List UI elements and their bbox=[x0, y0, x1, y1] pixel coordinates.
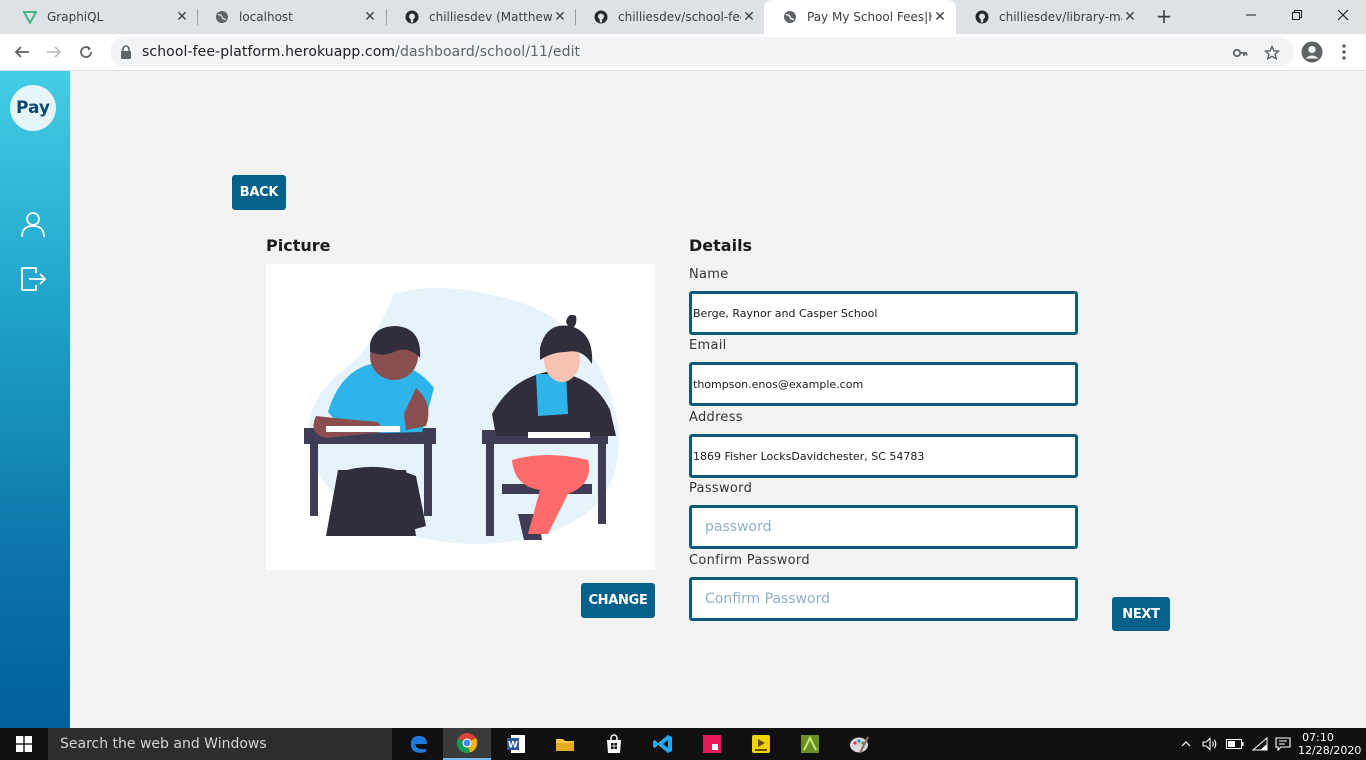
next-button[interactable]: NEXT bbox=[1112, 597, 1170, 631]
edge-icon[interactable] bbox=[394, 728, 442, 760]
confirm-password-field-box bbox=[689, 577, 1078, 621]
close-tab-icon[interactable]: ✕ bbox=[552, 9, 568, 25]
windows-taskbar: Search the web and Windows W 07:10 12/28… bbox=[0, 728, 1366, 760]
tab-github-profile[interactable]: chilliesdev (Matthew ka ✕ bbox=[386, 0, 576, 34]
svg-text:W: W bbox=[508, 741, 518, 751]
logout-icon[interactable] bbox=[18, 264, 48, 294]
clock-date: 12/28/2020 bbox=[1298, 744, 1362, 757]
tab-title: chilliesdev/school-fee-p bbox=[618, 10, 741, 24]
email-input[interactable] bbox=[692, 365, 1075, 403]
confirm-password-label: Confirm Password bbox=[689, 553, 810, 568]
email-field-box bbox=[689, 362, 1078, 406]
password-input[interactable] bbox=[692, 508, 1075, 546]
password-field-box bbox=[689, 505, 1078, 549]
word-icon[interactable]: W bbox=[492, 728, 540, 760]
minimize-icon[interactable] bbox=[1228, 0, 1274, 30]
app-sidebar: Pay bbox=[0, 71, 70, 728]
url-text: school-fee-platform.herokuapp.com/dashbo… bbox=[142, 44, 580, 60]
change-picture-button[interactable]: CHANGE bbox=[581, 583, 655, 618]
volume-icon[interactable] bbox=[1199, 728, 1221, 760]
browser-menu-icon[interactable] bbox=[1332, 40, 1356, 64]
battery-icon[interactable] bbox=[1224, 728, 1246, 760]
windows-start-icon[interactable] bbox=[0, 728, 48, 760]
name-label: Name bbox=[689, 267, 729, 282]
notification-icon[interactable] bbox=[1272, 728, 1294, 760]
key-icon[interactable] bbox=[1230, 43, 1250, 63]
picture-heading: Picture bbox=[266, 236, 331, 255]
restore-icon[interactable] bbox=[1274, 0, 1320, 30]
reload-icon[interactable] bbox=[73, 39, 99, 65]
forward-arrow-icon[interactable] bbox=[41, 39, 67, 65]
edit-school-page: BACK Picture CHANGE Details Name Berge, … bbox=[70, 71, 1366, 728]
github-icon bbox=[974, 9, 990, 25]
address-field-box bbox=[689, 434, 1078, 478]
tab-graphiql[interactable]: GraphiQL ✕ bbox=[4, 0, 198, 34]
globe-icon bbox=[782, 9, 798, 25]
user-icon[interactable] bbox=[18, 209, 48, 239]
students-illustration bbox=[304, 287, 619, 545]
back-arrow-icon[interactable] bbox=[9, 39, 35, 65]
email-label: Email bbox=[689, 338, 727, 353]
tray-chevron-icon[interactable] bbox=[1176, 728, 1196, 760]
tab-pay-my-school-fees[interactable]: Pay My School Fees|Ho ✕ bbox=[764, 0, 956, 34]
close-tab-icon[interactable]: ✕ bbox=[174, 9, 190, 25]
tab-title: chilliesdev/library-mana bbox=[999, 10, 1122, 24]
github-icon bbox=[404, 9, 420, 25]
close-tab-icon[interactable]: ✕ bbox=[362, 9, 378, 25]
school-picture bbox=[266, 264, 655, 570]
name-field-box bbox=[689, 291, 1078, 335]
tab-github-library[interactable]: chilliesdev/library-mana ✕ bbox=[956, 0, 1146, 34]
url-host: school-fee-platform.herokuapp.com bbox=[142, 44, 396, 60]
address-label: Address bbox=[689, 410, 743, 425]
tab-localhost[interactable]: localhost ✕ bbox=[196, 0, 386, 34]
url-path: /dashboard/school/11/edit bbox=[395, 44, 581, 60]
wifi-icon[interactable] bbox=[1249, 728, 1271, 760]
tab-title: localhost bbox=[239, 10, 293, 24]
app-logo[interactable]: Pay bbox=[10, 85, 56, 131]
new-tab-icon[interactable]: + bbox=[1152, 5, 1176, 29]
tab-github-repo[interactable]: chilliesdev/school-fee-p ✕ bbox=[575, 0, 765, 34]
back-button[interactable]: BACK bbox=[232, 175, 286, 210]
tab-title: chilliesdev (Matthew ka bbox=[429, 10, 552, 24]
details-heading: Details bbox=[689, 236, 753, 255]
confirm-password-input[interactable] bbox=[692, 580, 1075, 618]
graphiql-icon bbox=[22, 9, 38, 25]
close-tab-icon[interactable]: ✕ bbox=[1122, 9, 1138, 25]
close-tab-icon[interactable]: ✕ bbox=[741, 9, 757, 25]
profile-avatar-icon[interactable] bbox=[1300, 40, 1324, 64]
globe-icon bbox=[214, 9, 230, 25]
bookmark-star-icon[interactable] bbox=[1262, 43, 1282, 63]
lock-icon bbox=[120, 44, 132, 63]
media-player-icon[interactable] bbox=[737, 728, 785, 760]
system-clock[interactable]: 07:10 12/28/2020 bbox=[1298, 731, 1362, 757]
browser-tab-strip: GraphiQL ✕ localhost ✕ chilliesdev (Matt… bbox=[0, 0, 1366, 34]
tab-title: GraphiQL bbox=[47, 10, 104, 24]
app-pink-icon[interactable] bbox=[688, 728, 736, 760]
vscode-icon[interactable] bbox=[639, 728, 687, 760]
address-input[interactable] bbox=[692, 437, 1075, 475]
password-label: Password bbox=[689, 481, 753, 496]
address-bar[interactable]: school-fee-platform.herokuapp.com/dashbo… bbox=[110, 37, 1294, 67]
file-explorer-icon[interactable] bbox=[541, 728, 589, 760]
github-icon bbox=[593, 9, 609, 25]
chrome-icon[interactable] bbox=[443, 728, 491, 760]
store-icon[interactable] bbox=[590, 728, 638, 760]
close-window-icon[interactable] bbox=[1320, 0, 1366, 30]
clock-time: 07:10 bbox=[1302, 731, 1334, 744]
green-app-icon[interactable] bbox=[786, 728, 834, 760]
paint-icon[interactable] bbox=[835, 728, 883, 760]
name-input[interactable] bbox=[692, 294, 1075, 332]
tab-title: Pay My School Fees|Ho bbox=[807, 10, 932, 24]
browser-toolbar: school-fee-platform.herokuapp.com/dashbo… bbox=[0, 34, 1366, 71]
close-tab-icon[interactable]: ✕ bbox=[932, 9, 948, 25]
taskbar-search-box[interactable]: Search the web and Windows bbox=[48, 728, 392, 760]
